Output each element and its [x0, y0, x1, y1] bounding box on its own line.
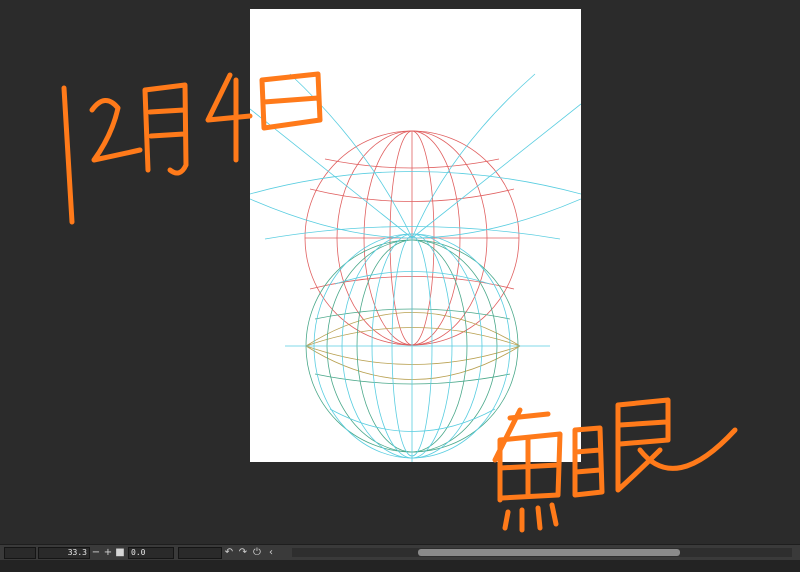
drawing-guides — [249, 73, 582, 462]
canvas-page[interactable] — [249, 9, 582, 462]
bottom-strip — [0, 560, 800, 572]
plus-icon[interactable]: + — [102, 547, 114, 559]
scrollbar-thumb[interactable] — [418, 549, 680, 556]
rotate-right-icon[interactable]: ↷ — [236, 547, 250, 559]
minus-icon[interactable]: − — [90, 547, 102, 559]
zoom-slider[interactable] — [4, 546, 36, 559]
reset-icon[interactable]: ⏻ — [250, 547, 264, 559]
rotation-slider[interactable] — [178, 546, 222, 559]
chevron-left-icon[interactable]: ‹ — [264, 547, 278, 559]
rotation-input[interactable]: 0.0 — [128, 546, 174, 559]
zoom-input[interactable]: 33.3 — [38, 546, 90, 559]
status-bar: 33.3 − + ■ 0.0 ↶ ↷ ⏻ ‹ — [0, 544, 800, 560]
horizontal-scrollbar[interactable] — [292, 548, 792, 557]
canvas-workspace[interactable] — [0, 0, 800, 544]
square-icon[interactable]: ■ — [114, 547, 126, 559]
rotate-left-icon[interactable]: ↶ — [222, 547, 236, 559]
